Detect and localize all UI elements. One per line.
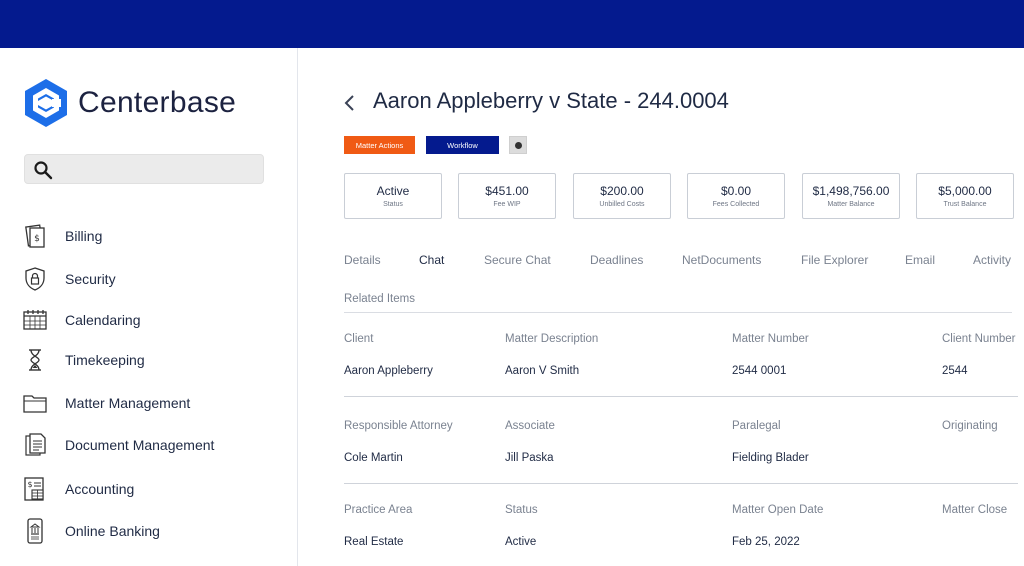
field-label-client-number: Client Number (942, 333, 1016, 345)
field-value-client: Aaron Appleberry (344, 365, 433, 377)
row-divider (344, 483, 1018, 484)
card-label: Fees Collected (712, 201, 760, 208)
back-arrow-icon[interactable] (342, 92, 358, 114)
field-label-matter-description: Matter Description (505, 333, 599, 345)
card-label: Trust Balance (943, 201, 987, 208)
sidebar-item-accounting[interactable]: $ Accounting (22, 474, 134, 504)
summary-card-matter-balance: $1,498,756.00 Matter Balance (802, 173, 900, 219)
card-value: $0.00 (720, 184, 752, 198)
sidebar-item-label: Billing (65, 228, 103, 244)
folder-icon (23, 395, 47, 413)
field-value-practice-area: Real Estate (344, 536, 404, 548)
shield-icon (25, 267, 45, 291)
main-panel: Aaron Appleberry v State - 244.0004 Matt… (298, 48, 1024, 566)
centerbase-logo-icon (25, 79, 67, 127)
tab-email[interactable]: Email (905, 253, 935, 267)
card-label: Unbilled Costs (599, 201, 645, 208)
summary-card-fee-wip: $451.00 Fee WIP (458, 173, 556, 219)
dot-icon (514, 141, 522, 149)
field-value-paralegal: Fielding Blader (732, 452, 809, 464)
logo[interactable]: Centerbase (22, 76, 236, 130)
summary-card-fees-collected: $0.00 Fees Collected (687, 173, 785, 219)
card-label: Matter Balance (827, 201, 875, 208)
field-label-paralegal: Paralegal (732, 420, 781, 432)
sidebar-item-label: Accounting (65, 481, 135, 497)
sidebar-item-matter-management[interactable]: Matter Management (22, 388, 190, 418)
bank-phone-icon (27, 518, 43, 544)
search-icon (34, 161, 53, 180)
card-value: Active (376, 184, 410, 198)
svg-text:$: $ (34, 234, 40, 244)
card-value: $451.00 (485, 184, 529, 198)
card-value: $1,498,756.00 (812, 184, 890, 198)
summary-card-trust-balance: $5,000.00 Trust Balance (916, 173, 1014, 219)
tab-activity[interactable]: Activity (973, 253, 1011, 267)
field-label-client: Client (344, 333, 374, 345)
field-value-matter-number: 2544 0001 (732, 365, 787, 377)
sidebar-item-label: Matter Management (65, 395, 191, 411)
search-box[interactable] (24, 154, 264, 184)
sidebar: Centerbase $ Billing Security Calendarin… (0, 48, 298, 566)
workflow-button[interactable]: Workflow (426, 136, 499, 154)
sidebar-item-label: Timekeeping (65, 352, 145, 368)
card-value: $5,000.00 (938, 184, 992, 198)
sidebar-item-label: Document Management (65, 437, 215, 453)
accounting-icon: $ (24, 477, 44, 501)
matter-actions-button[interactable]: Matter Actions (344, 136, 415, 154)
field-label-associate: Associate (505, 420, 555, 432)
field-label-status: Status (505, 504, 538, 516)
sidebar-item-security[interactable]: Security (22, 264, 116, 294)
field-value-status: Active (505, 536, 537, 548)
svg-text:$: $ (27, 480, 32, 489)
tab-secure-chat[interactable]: Secure Chat (484, 253, 551, 267)
field-label-responsible-attorney: Responsible Attorney (344, 420, 453, 432)
field-label-originating: Originating (942, 420, 998, 432)
record-button[interactable] (509, 136, 527, 154)
brand-name: Centerbase (78, 86, 237, 119)
sidebar-item-label: Online Banking (65, 523, 160, 539)
tab-netdocuments[interactable]: NetDocuments (682, 253, 761, 267)
billing-icon: $ (25, 224, 45, 248)
card-value: $200.00 (600, 184, 644, 198)
field-label-practice-area: Practice Area (344, 504, 413, 516)
hourglass-icon (29, 349, 41, 371)
field-value-matter-open-date: Feb 25, 2022 (732, 536, 800, 548)
summary-card-status: Active Status (344, 173, 442, 219)
field-label-matter-open-date: Matter Open Date (732, 504, 824, 516)
summary-card-unbilled-costs: $200.00 Unbilled Costs (573, 173, 671, 219)
tab-deadlines[interactable]: Deadlines (590, 253, 643, 267)
field-value-client-number: 2544 (942, 365, 968, 377)
tab-related-items[interactable]: Related Items (344, 293, 415, 305)
tab-file-explorer[interactable]: File Explorer (801, 253, 868, 267)
sidebar-item-online-banking[interactable]: Online Banking (22, 516, 160, 546)
card-label: Fee WIP (493, 201, 521, 208)
field-value-associate: Jill Paska (505, 452, 554, 464)
tab-divider (344, 312, 1012, 313)
top-bar (0, 0, 1024, 48)
row-divider (344, 396, 1018, 397)
field-label-matter-number: Matter Number (732, 333, 809, 345)
calendar-icon (23, 310, 47, 330)
sidebar-item-label: Security (65, 271, 116, 287)
sidebar-item-label: Calendaring (65, 312, 141, 328)
sidebar-item-billing[interactable]: $ Billing (22, 221, 102, 251)
sidebar-item-calendaring[interactable]: Calendaring (22, 305, 141, 335)
field-value-matter-description: Aaron V Smith (505, 365, 580, 377)
search-input[interactable] (61, 158, 260, 182)
sidebar-item-document-management[interactable]: Document Management (22, 430, 214, 460)
sidebar-item-timekeeping[interactable]: Timekeeping (22, 345, 145, 375)
document-icon (25, 433, 46, 456)
field-value-responsible-attorney: Cole Martin (344, 452, 403, 464)
card-label: Status (383, 201, 403, 208)
tab-details[interactable]: Details (344, 253, 381, 267)
field-label-matter-close: Matter Close (942, 504, 1008, 516)
page-title: Aaron Appleberry v State - 244.0004 (373, 88, 729, 113)
tab-chat[interactable]: Chat (419, 253, 444, 267)
